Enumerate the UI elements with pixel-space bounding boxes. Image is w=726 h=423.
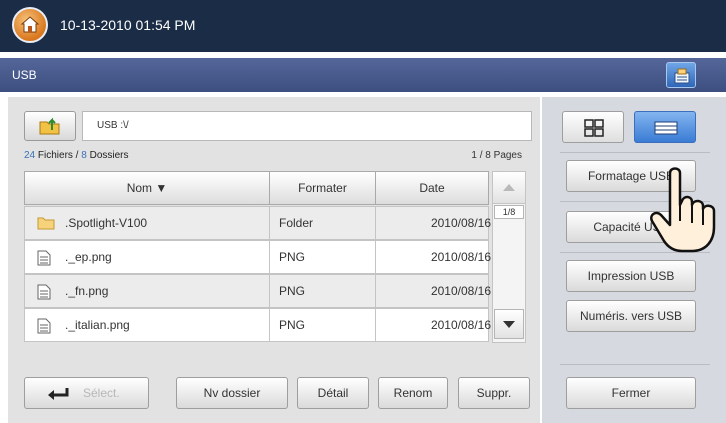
file-count: 24 xyxy=(24,150,36,161)
folder-icon xyxy=(37,217,55,230)
scan-to-usb-button[interactable]: Numéris. vers USB xyxy=(566,300,696,332)
select-button[interactable]: Sélect. xyxy=(24,377,149,409)
home-button[interactable] xyxy=(12,7,48,43)
column-divider xyxy=(375,241,376,273)
table-row[interactable]: .Spotlight-V100 Folder 2010/08/16 xyxy=(24,206,491,240)
file-format: PNG xyxy=(279,250,306,264)
select-label: Sélect. xyxy=(83,386,120,400)
column-divider xyxy=(269,207,270,239)
home-icon xyxy=(20,16,40,33)
list-view-button[interactable] xyxy=(634,111,696,143)
column-divider xyxy=(269,309,270,341)
thumbnail-view-button[interactable] xyxy=(562,111,624,143)
grid-view-icon xyxy=(584,119,604,137)
file-count-label: Fichiers / xyxy=(35,150,82,161)
side-divider xyxy=(560,152,710,153)
title-bar: USB xyxy=(0,58,726,92)
folder-up-icon xyxy=(39,117,60,135)
column-header-date[interactable]: Date xyxy=(375,171,489,205)
file-name: ._ep.png xyxy=(65,250,112,264)
folder-up-button[interactable] xyxy=(24,111,76,141)
folder-count-label: Dossiers xyxy=(86,150,129,161)
current-path: USB :\/ xyxy=(97,120,129,131)
detail-button[interactable]: Détail xyxy=(297,377,369,409)
rename-button[interactable]: Renom xyxy=(378,377,448,409)
scroll-page-indicator: 1/8 xyxy=(494,205,524,219)
scroll-down-button[interactable] xyxy=(494,309,524,339)
file-icon xyxy=(37,250,51,266)
close-button[interactable]: Fermer xyxy=(566,377,696,409)
job-status-icon xyxy=(674,68,690,84)
file-icon xyxy=(37,284,51,300)
file-format: PNG xyxy=(279,318,306,332)
top-status-bar: 10-13-2010 01:54 PM xyxy=(0,0,726,52)
column-divider xyxy=(269,275,270,307)
enter-arrow-icon xyxy=(48,388,69,400)
pointing-hand-icon xyxy=(650,167,716,253)
file-format: PNG xyxy=(279,284,306,298)
delete-button[interactable]: Suppr. xyxy=(458,377,530,409)
column-divider xyxy=(375,207,376,239)
date-time: 10-13-2010 01:54 PM xyxy=(60,17,196,33)
file-icon xyxy=(37,318,51,334)
page-title: USB xyxy=(12,68,37,82)
new-folder-button[interactable]: Nv dossier xyxy=(176,377,288,409)
file-count-summary: 24 Fichiers / 8 Dossiers xyxy=(24,150,129,161)
column-divider xyxy=(375,275,376,307)
path-field: USB :\/ xyxy=(82,111,532,141)
side-divider xyxy=(560,364,710,365)
column-divider xyxy=(375,309,376,341)
column-header-name[interactable]: Nom ▼ xyxy=(24,171,270,205)
list-scrollbar[interactable]: 1/8 xyxy=(492,171,526,343)
file-name: ._italian.png xyxy=(65,318,130,332)
print-usb-button[interactable]: Impression USB xyxy=(566,260,696,292)
table-row[interactable]: ._fn.png PNG 2010/08/16 xyxy=(24,274,491,308)
file-date: 2010/08/16 xyxy=(430,318,491,332)
table-row[interactable]: ._italian.png PNG 2010/08/16 xyxy=(24,308,491,342)
scroll-up-button[interactable] xyxy=(493,172,525,204)
file-date: 2010/08/16 xyxy=(430,250,491,264)
table-row[interactable]: ._ep.png PNG 2010/08/16 xyxy=(24,240,491,274)
file-name: .Spotlight-V100 xyxy=(65,216,148,230)
list-view-icon xyxy=(654,121,678,135)
job-status-button[interactable] xyxy=(666,62,696,88)
file-date: 2010/08/16 xyxy=(430,284,491,298)
file-format: Folder xyxy=(279,216,314,230)
column-header-format[interactable]: Formater xyxy=(269,171,376,205)
column-divider xyxy=(269,241,270,273)
file-date: 2010/08/16 xyxy=(430,216,491,230)
file-name: ._fn.png xyxy=(65,284,109,298)
page-indicator: 1 / 8 Pages xyxy=(471,150,522,161)
